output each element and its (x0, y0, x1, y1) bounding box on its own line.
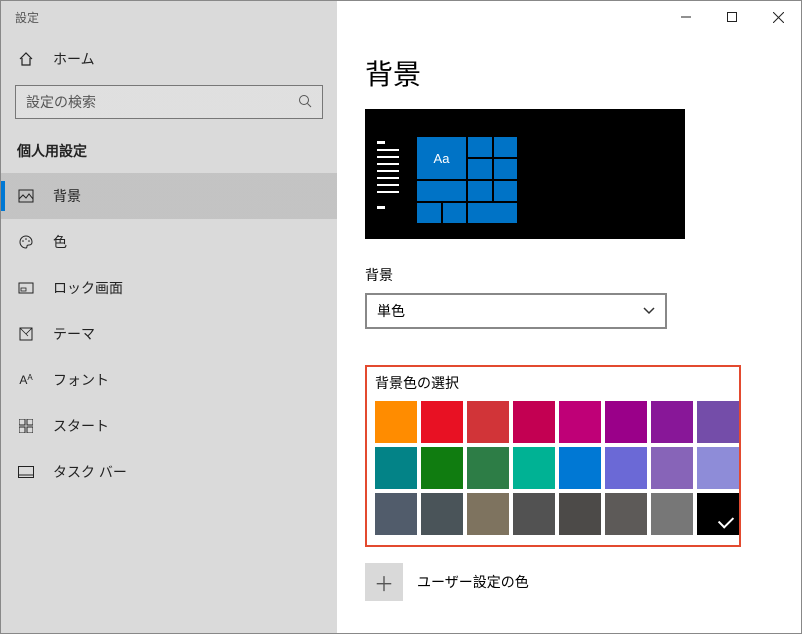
search-placeholder: 設定の検索 (26, 92, 298, 112)
color-swatch[interactable] (467, 493, 509, 535)
color-swatch-grid (375, 401, 731, 535)
color-swatch[interactable] (513, 493, 555, 535)
sidebar-item-themes[interactable]: テーマ (1, 311, 337, 357)
search-input[interactable]: 設定の検索 (15, 85, 323, 119)
page-title: 背景 (365, 53, 773, 93)
maximize-button[interactable] (709, 1, 755, 33)
sidebar-item-label: タスク バー (53, 462, 127, 482)
color-swatch[interactable] (467, 447, 509, 489)
sidebar-item-colors[interactable]: 色 (1, 219, 337, 265)
sidebar-item-label: 背景 (53, 186, 81, 206)
plus-icon: ＋ (374, 568, 394, 597)
desktop-preview: Aa (365, 109, 685, 239)
search-icon (298, 94, 312, 111)
color-swatch[interactable] (513, 401, 555, 443)
color-swatch[interactable] (421, 447, 463, 489)
color-swatch[interactable] (605, 401, 647, 443)
color-swatch[interactable] (697, 493, 739, 535)
background-color-section: 背景色の選択 (365, 365, 741, 547)
minimize-button[interactable] (663, 1, 709, 33)
sidebar-item-background[interactable]: 背景 (1, 173, 337, 219)
color-swatch[interactable] (651, 447, 693, 489)
close-button[interactable] (755, 1, 801, 33)
preview-tiles: Aa (417, 137, 517, 233)
start-icon (17, 419, 35, 433)
custom-color-label: ユーザー設定の色 (417, 572, 529, 592)
main-content: 背景 Aa 背景 (337, 33, 801, 633)
sidebar-item-fonts[interactable]: AA フォント (1, 357, 337, 403)
color-swatch[interactable] (559, 493, 601, 535)
taskbar-icon (17, 466, 35, 478)
home-icon (17, 51, 35, 67)
color-swatch[interactable] (421, 493, 463, 535)
theme-icon (17, 326, 35, 342)
color-swatch[interactable] (697, 447, 739, 489)
palette-icon (17, 234, 35, 250)
background-dropdown-label: 背景 (365, 265, 773, 285)
sidebar-item-start[interactable]: スタート (1, 403, 337, 449)
sidebar-item-label: テーマ (53, 324, 95, 344)
home-button[interactable]: ホーム (1, 39, 337, 79)
color-swatch[interactable] (421, 401, 463, 443)
font-icon: AA (17, 373, 35, 387)
sidebar-item-lockscreen[interactable]: ロック画面 (1, 265, 337, 311)
background-dropdown-value: 単色 (377, 301, 405, 321)
color-swatch[interactable] (559, 401, 601, 443)
preview-start-menu-lines (373, 137, 411, 233)
color-swatch[interactable] (605, 493, 647, 535)
background-color-label: 背景色の選択 (375, 373, 731, 393)
color-swatch[interactable] (697, 401, 739, 443)
color-swatch[interactable] (375, 401, 417, 443)
home-label: ホーム (53, 49, 95, 69)
sidebar: ホーム 設定の検索 個人用設定 背景 色 (1, 33, 337, 633)
sidebar-item-label: スタート (53, 416, 109, 436)
picture-icon (17, 188, 35, 204)
color-swatch[interactable] (651, 493, 693, 535)
color-swatch[interactable] (651, 401, 693, 443)
chevron-down-icon (643, 304, 655, 318)
sidebar-item-label: フォント (53, 370, 109, 390)
sidebar-item-taskbar[interactable]: タスク バー (1, 449, 337, 495)
sidebar-section-header: 個人用設定 (1, 137, 337, 173)
color-swatch[interactable] (467, 401, 509, 443)
preview-tile-sample-text: Aa (417, 137, 466, 179)
background-dropdown[interactable]: 単色 (365, 293, 667, 329)
color-swatch[interactable] (375, 447, 417, 489)
custom-color-button[interactable]: ＋ (365, 563, 403, 601)
lockscreen-icon (17, 280, 35, 296)
sidebar-item-label: 色 (53, 232, 67, 252)
color-swatch[interactable] (375, 493, 417, 535)
color-swatch[interactable] (605, 447, 647, 489)
color-swatch[interactable] (559, 447, 601, 489)
sidebar-item-label: ロック画面 (53, 278, 123, 298)
color-swatch[interactable] (513, 447, 555, 489)
